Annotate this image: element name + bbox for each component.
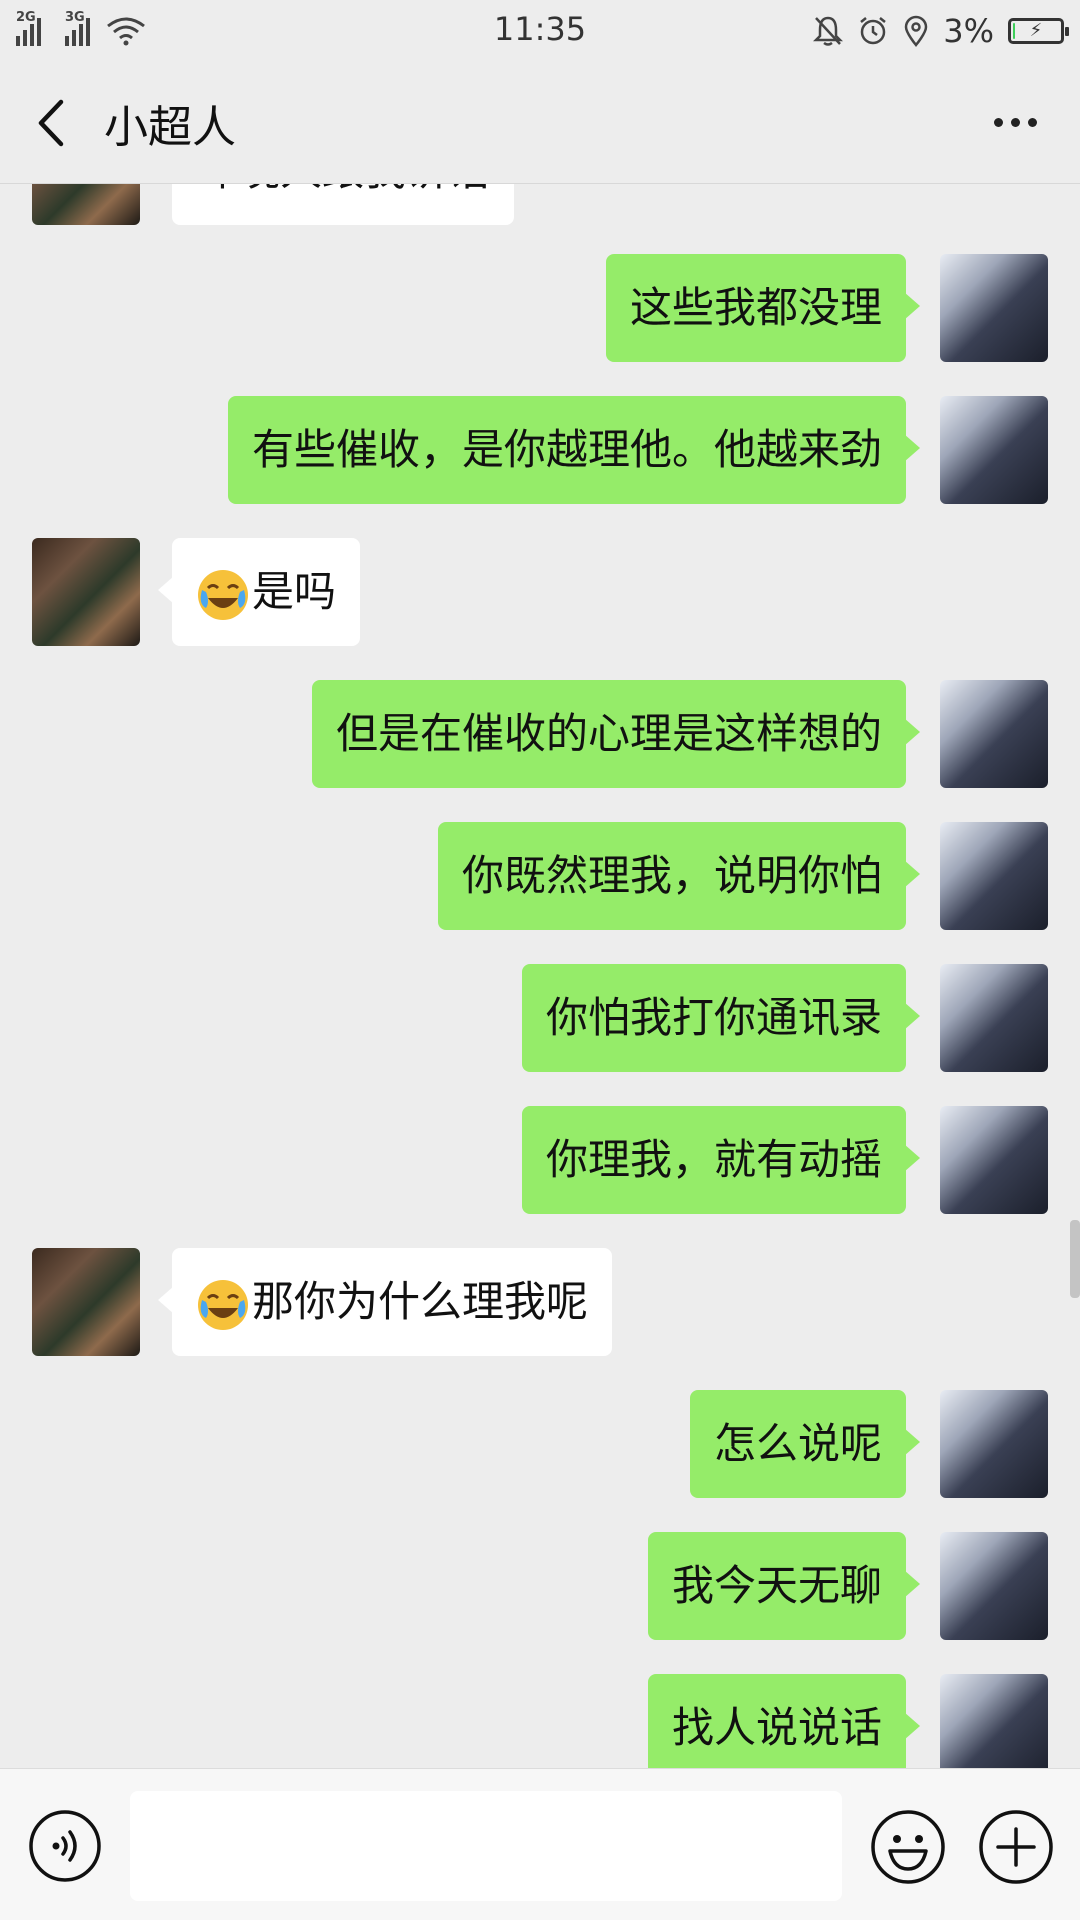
wifi-icon — [107, 17, 145, 46]
message-outgoing: 有些催收，是你越理他。他越来劲 — [0, 396, 1080, 504]
my-avatar[interactable] — [940, 1532, 1048, 1640]
alarm-icon — [860, 17, 887, 45]
chat-title: 小超人 — [104, 101, 236, 153]
contact-avatar[interactable] — [32, 1248, 140, 1356]
status-left: 2G 3G — [16, 10, 146, 46]
message-bubble[interactable]: 有些催收，是你越理他。他越来劲 — [227, 396, 921, 504]
location-icon — [904, 15, 928, 47]
message-bubble[interactable]: 那你为什么理我呢 — [157, 1248, 613, 1356]
message-text: 是吗 — [252, 567, 337, 616]
laughing-crying-emoji — [198, 569, 248, 620]
message-bubble[interactable]: 昨晚人跟我讲话 — [172, 184, 515, 225]
message-bubble[interactable]: 我今天无聊 — [647, 1532, 921, 1640]
back-button[interactable] — [0, 62, 104, 183]
message-input[interactable] — [130, 1791, 842, 1901]
more-dots-icon — [993, 117, 1003, 127]
chevron-left-icon — [38, 99, 64, 146]
message-bubble[interactable]: 你怕我打你通讯录 — [521, 964, 921, 1072]
message-outgoing: 找人说说话 — [0, 1674, 1080, 1768]
emoji-icon[interactable] — [870, 1809, 946, 1885]
message-outgoing: 但是在催收的心理是这样想的 — [0, 680, 1080, 788]
signal-3g-label: 3G — [65, 10, 85, 25]
message-text: 那你为什么理我呢 — [252, 1277, 589, 1326]
signal-3g-icon: 3G — [65, 10, 90, 46]
muted-bell-icon — [813, 16, 844, 46]
my-avatar[interactable] — [940, 1390, 1048, 1498]
my-avatar[interactable] — [940, 396, 1048, 504]
input-bar — [0, 1768, 1080, 1920]
message-incoming: 那你为什么理我呢 — [0, 1248, 1080, 1356]
voice-icon[interactable] — [28, 1809, 102, 1883]
contact-avatar[interactable] — [32, 184, 140, 225]
message-incoming: 昨晚人跟我讲话 — [0, 184, 1080, 225]
my-avatar[interactable] — [940, 822, 1048, 930]
message-outgoing: 你理我，就有动摇 — [0, 1106, 1080, 1214]
message-bubble[interactable]: 你既然理我，说明你怕 — [437, 822, 921, 930]
my-avatar[interactable] — [940, 254, 1048, 362]
status-right: 3% ⚡ — [813, 12, 1069, 50]
message-outgoing: 我今天无聊 — [0, 1532, 1080, 1640]
message-bubble[interactable]: 但是在催收的心理是这样想的 — [311, 680, 921, 788]
my-avatar[interactable] — [940, 680, 1048, 788]
my-avatar[interactable] — [940, 1106, 1048, 1214]
signal-2g-icon: 2G — [16, 10, 41, 46]
message-outgoing: 怎么说呢 — [0, 1390, 1080, 1498]
message-bubble[interactable]: 怎么说呢 — [689, 1390, 921, 1498]
chat-header: 小超人 — [0, 62, 1080, 184]
message-outgoing: 这些我都没理 — [0, 254, 1080, 362]
contact-avatar[interactable] — [32, 538, 140, 646]
more-button[interactable] — [980, 92, 1050, 152]
message-bubble[interactable]: 是吗 — [157, 538, 361, 646]
my-avatar[interactable] — [940, 964, 1048, 1072]
message-bubble[interactable]: 这些我都没理 — [605, 254, 921, 362]
message-bubble[interactable]: 你理我，就有动摇 — [521, 1106, 921, 1214]
status-bar: 2G 3G 11:35 3% ⚡ — [0, 0, 1080, 62]
laughing-crying-emoji — [198, 1279, 248, 1330]
message-bubble[interactable]: 找人说说话 — [647, 1674, 921, 1768]
plus-icon[interactable] — [978, 1809, 1054, 1885]
scrollbar-thumb[interactable] — [1070, 1220, 1080, 1298]
signal-2g-label: 2G — [16, 10, 36, 25]
message-incoming: 是吗 — [0, 538, 1080, 646]
battery-percent: 3% — [943, 12, 994, 50]
my-avatar[interactable] — [940, 1674, 1048, 1768]
message-outgoing: 你既然理我，说明你怕 — [0, 822, 1080, 930]
battery-charging-icon: ⚡ — [1008, 18, 1069, 44]
message-list[interactable]: 昨晚人跟我讲话 这些我都没理 有些催收，是你越理他。他越来劲 是吗 但是在催收的… — [0, 184, 1080, 1768]
message-outgoing: 你怕我打你通讯录 — [0, 964, 1080, 1072]
